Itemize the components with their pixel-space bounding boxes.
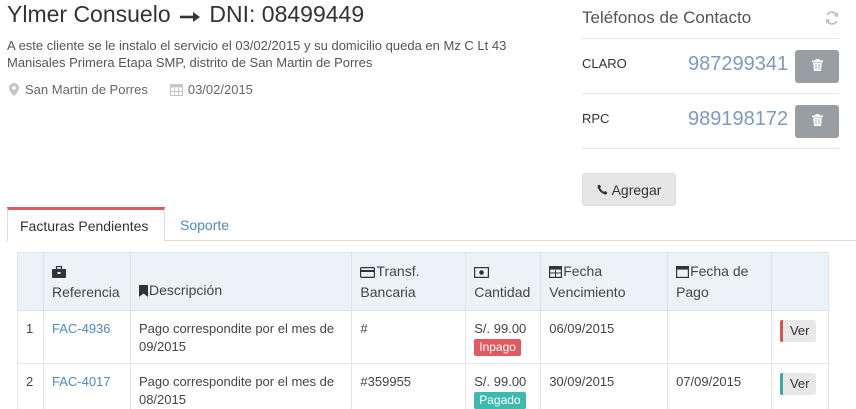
phone-icon — [596, 184, 608, 195]
client-name: Ylmer Consuelo — [7, 1, 171, 27]
add-phone-label: Agregar — [611, 181, 662, 198]
col-actions — [770, 252, 830, 311]
invoice-ref-link[interactable]: FAC-4017 — [52, 374, 111, 389]
client-install-date: 03/02/2015 — [187, 82, 253, 97]
client-meta: San Martin de Porres 03/02/2015 — [7, 82, 253, 97]
col-fecha-vencimiento: Fecha Vencimiento — [540, 252, 669, 311]
client-description: A este cliente se le instalo el servicio… — [7, 38, 507, 70]
briefcase-icon — [51, 264, 66, 283]
invoice-transfer: # — [351, 310, 467, 364]
table-row: 1 FAC-4936 Pago correspondite por el mes… — [17, 310, 830, 364]
phone-number-claro: 987299341 — [688, 53, 789, 75]
invoice-paid-date — [667, 310, 772, 364]
phones-title: Teléfonos de Contacto — [582, 8, 752, 27]
money-icon — [474, 264, 490, 283]
divider — [582, 148, 839, 149]
client-district: San Martin de Porres — [25, 82, 148, 97]
divider — [582, 93, 839, 94]
table-header-row: Referencia Descripción Transf. Bancaria — [17, 252, 830, 311]
invoice-amount: S/. 99.00 — [474, 374, 527, 389]
header-referencia: Referencia — [51, 284, 120, 300]
refresh-icon[interactable] — [824, 10, 840, 26]
client-dni: DNI: 08499449 — [209, 1, 365, 27]
calendar-icon — [676, 264, 690, 283]
credit-card-icon — [360, 264, 376, 283]
trash-icon — [811, 113, 823, 131]
col-referencia: Referencia — [42, 252, 131, 311]
invoice-due-date: 30/09/2015 — [540, 363, 669, 409]
invoice-amount-cell: S/. 99.00 Pagado — [465, 363, 542, 409]
view-invoice-button[interactable]: Ver — [779, 373, 817, 395]
phone-label-claro: CLARO — [582, 56, 627, 71]
header-transf-2: Bancaria — [360, 284, 416, 300]
invoice-ref-link[interactable]: FAC-4936 — [52, 321, 111, 336]
row-number: 1 — [17, 310, 44, 364]
delete-phone-button[interactable] — [795, 50, 839, 83]
col-transf: Transf. Bancaria — [351, 252, 467, 311]
invoice-due-date: 06/09/2015 — [540, 310, 669, 364]
table-row: 2 FAC-4017 Pago correspondite por el mes… — [17, 363, 830, 409]
phone-number-rpc: 989198172 — [688, 108, 789, 130]
view-invoice-button[interactable]: Ver — [779, 320, 817, 342]
col-num — [17, 252, 44, 311]
bookmark-icon — [138, 283, 148, 302]
invoice-description: Pago correspondite por el mes de 08/2015 — [129, 363, 353, 409]
delete-phone-button[interactable] — [795, 105, 839, 138]
header-transf-1: Transf. — [376, 263, 420, 279]
header-cantidad: Cantidad — [474, 284, 531, 300]
header-fecha-venc-1: Fecha — [563, 263, 603, 279]
tab-facturas-pendientes[interactable]: Facturas Pendientes — [7, 207, 165, 242]
header-fecha-venc-2: Vencimiento — [549, 284, 626, 300]
divider — [582, 38, 839, 39]
header-fecha-pago-2: Pago — [676, 284, 709, 300]
invoice-description: Pago correspondite por el mes de 09/2015 — [129, 310, 353, 364]
map-marker-icon — [7, 83, 21, 97]
col-fecha-pago: Fecha de Pago — [667, 252, 772, 311]
invoice-amount-cell: S/. 99.00 Inpago — [465, 310, 542, 364]
header-fecha-pago-1: Fecha de — [690, 263, 749, 279]
status-badge: Pagado — [474, 392, 526, 409]
tab-soporte[interactable]: Soporte — [168, 207, 241, 242]
add-phone-button[interactable]: Agregar — [582, 173, 676, 206]
calendar-icon — [549, 264, 563, 283]
trash-icon — [811, 58, 823, 76]
client-title: Ylmer Consuelo DNI: 08499449 — [7, 1, 364, 29]
calendar-icon — [170, 83, 184, 97]
invoice-transfer: #359955 — [351, 363, 467, 409]
invoices-table: Referencia Descripción Transf. Bancaria — [17, 252, 830, 409]
col-descripcion: Descripción — [129, 252, 353, 311]
header-descripcion: Descripción — [148, 282, 223, 298]
status-badge: Inpago — [474, 339, 521, 356]
invoice-paid-date: 07/09/2015 — [667, 363, 772, 409]
tabs: Facturas Pendientes Soporte — [7, 207, 856, 242]
col-cantidad: Cantidad — [465, 252, 542, 311]
phone-label-rpc: RPC — [582, 111, 610, 126]
invoice-amount: S/. 99.00 — [474, 321, 527, 336]
arrow-right-icon — [179, 2, 201, 29]
row-number: 2 — [17, 363, 44, 409]
